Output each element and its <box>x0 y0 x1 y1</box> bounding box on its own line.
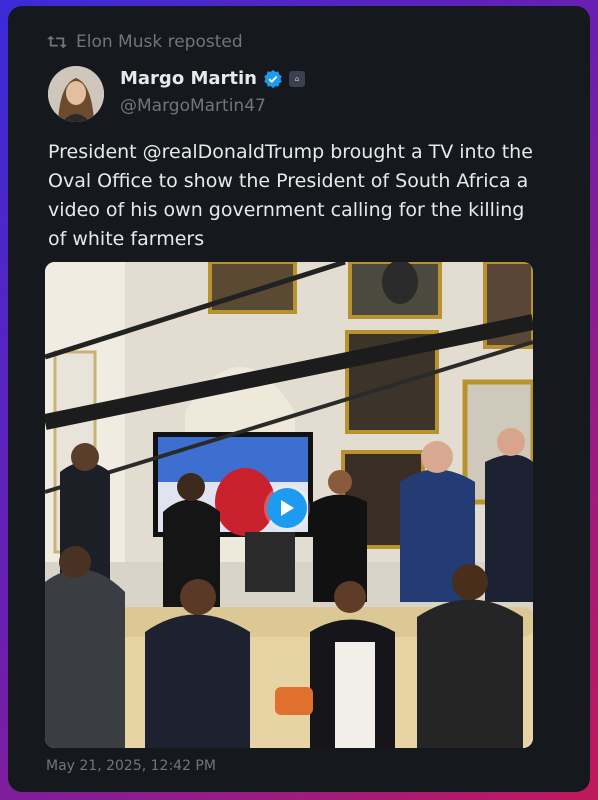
repost-indicator[interactable]: Elon Musk reposted <box>46 32 243 52</box>
avatar-image <box>48 66 104 122</box>
avatar[interactable] <box>48 66 104 122</box>
play-icon <box>281 500 294 516</box>
repost-label: Elon Musk reposted <box>76 32 243 52</box>
post-text: President @realDonaldTrump brought a TV … <box>48 141 533 250</box>
post-timestamp[interactable]: May 21, 2025, 12:42 PM <box>46 758 216 774</box>
post-card[interactable]: Elon Musk reposted Margo Martin ⌂ @Margo… <box>8 6 590 792</box>
repost-icon <box>47 35 67 49</box>
author-name[interactable]: Margo Martin <box>120 68 257 89</box>
verified-badge-icon <box>264 69 282 88</box>
post-video[interactable] <box>45 262 533 748</box>
author-handle[interactable]: @MargoMartin47 <box>120 96 266 116</box>
play-button[interactable] <box>267 488 307 528</box>
affiliation-badge-icon: ⌂ <box>288 70 305 87</box>
